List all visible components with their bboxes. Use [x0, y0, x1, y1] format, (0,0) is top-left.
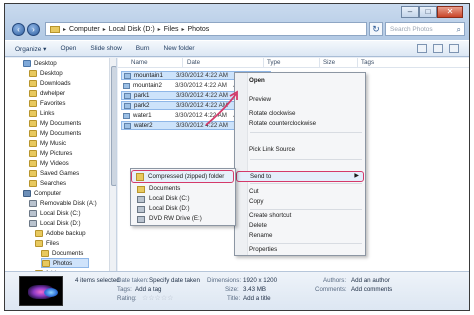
annotation-arrow — [205, 90, 238, 126]
arrow-shaft — [205, 93, 237, 126]
